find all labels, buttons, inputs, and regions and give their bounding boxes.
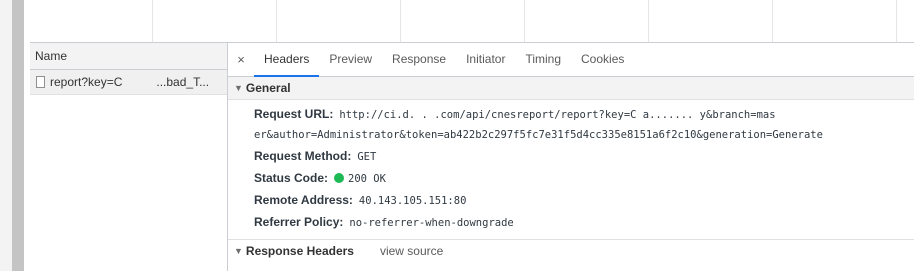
request-url-value: http://ci.d. . .com/api/cnesreport/repor… xyxy=(339,109,776,121)
timeline-gridline xyxy=(648,0,649,42)
tab-initiator[interactable]: Initiator xyxy=(456,43,515,76)
request-details: × Headers Preview Response Initiator Tim… xyxy=(228,43,914,271)
triangle-down-icon: ▼ xyxy=(234,246,243,256)
tab-headers[interactable]: Headers xyxy=(254,43,320,77)
timeline-gridline xyxy=(152,0,153,42)
request-method-label: Request Method: xyxy=(254,149,352,163)
network-timeline xyxy=(30,0,914,43)
tab-timing[interactable]: Timing xyxy=(515,43,571,76)
referrer-policy-value: no-referrer-when-downgrade xyxy=(349,217,514,229)
referrer-policy-row: Referrer Policy: no-referrer-when-downgra… xyxy=(254,211,914,233)
tab-response[interactable]: Response xyxy=(382,43,456,76)
panel-resize-bar[interactable] xyxy=(12,0,24,271)
remote-address-value: 40.143.105.151:80 xyxy=(358,195,467,207)
response-headers-section-header[interactable]: ▼ Response Headers view source xyxy=(228,239,914,261)
document-icon xyxy=(36,76,45,88)
request-url-continued: er&author=Administrator&token=ab422b2c29… xyxy=(254,129,823,141)
request-method-value: GET xyxy=(357,151,377,163)
remote-address-row: Remote Address: 40.143.105.151:80 xyxy=(254,189,914,211)
request-method-row: Request Method: GET xyxy=(254,145,914,167)
status-code-row: Status Code: 200 OK xyxy=(254,167,914,189)
tab-preview[interactable]: Preview xyxy=(319,43,382,76)
referrer-policy-label: Referrer Policy: xyxy=(254,215,344,229)
status-code-value: 200 OK xyxy=(348,173,386,185)
name-column-header[interactable]: Name xyxy=(30,43,227,70)
request-url-row: Request URL: http://ci.d. . .com/api/cnes… xyxy=(254,103,914,125)
status-dot-icon xyxy=(334,173,345,183)
triangle-down-icon: ▼ xyxy=(234,83,243,93)
timeline-gridline xyxy=(524,0,525,42)
status-code-label: Status Code: xyxy=(254,171,329,185)
general-title: General xyxy=(245,81,291,95)
general-section: Request URL: http://ci.d. . .com/api/cnes… xyxy=(228,100,914,233)
request-url-label: Request URL: xyxy=(254,107,334,121)
timeline-gridline xyxy=(400,0,401,42)
timeline-gridline xyxy=(772,0,773,42)
view-source-link[interactable]: view source xyxy=(380,244,443,258)
request-list: Name report?key=C ...bad_T... xyxy=(30,43,228,271)
general-section-header[interactable]: ▼ General xyxy=(228,77,914,100)
response-headers-title: Response Headers xyxy=(245,244,354,258)
request-name: report?key=C ...bad_T... xyxy=(50,75,210,89)
remote-address-label: Remote Address: xyxy=(254,193,353,207)
timeline-gridline xyxy=(896,0,897,42)
close-icon[interactable]: × xyxy=(228,43,254,76)
request-row[interactable]: report?key=C ...bad_T... xyxy=(30,70,227,95)
tab-cookies[interactable]: Cookies xyxy=(571,43,634,76)
timeline-gridline xyxy=(276,0,277,42)
details-tabbar: × Headers Preview Response Initiator Tim… xyxy=(228,43,914,77)
